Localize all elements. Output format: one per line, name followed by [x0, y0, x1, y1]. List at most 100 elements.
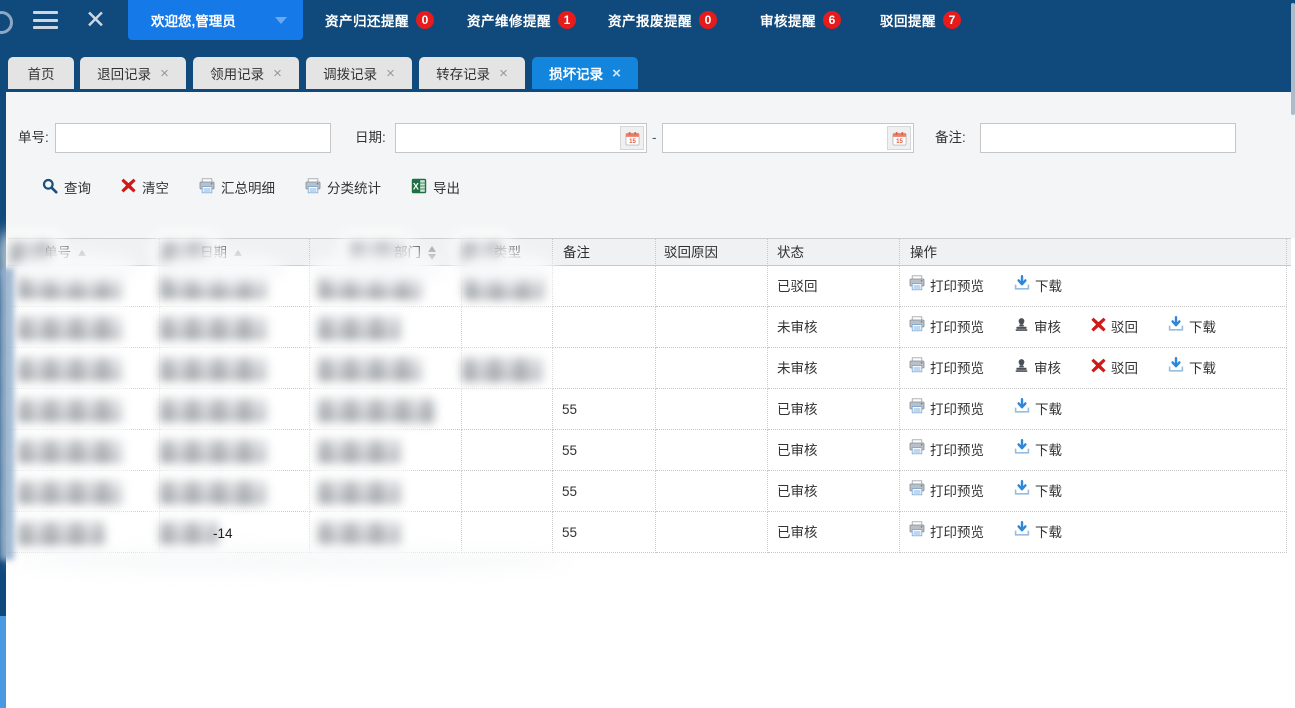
- cell: [462, 266, 553, 307]
- column-header-label: 驳回原因: [664, 245, 718, 260]
- download-link[interactable]: 下载: [1014, 430, 1062, 471]
- download-link[interactable]: 下载: [1014, 266, 1062, 307]
- close-tab-icon[interactable]: ×: [386, 66, 395, 81]
- tab-首页[interactable]: 首页: [8, 57, 74, 89]
- tab-调拨记录[interactable]: 调拨记录×: [306, 57, 412, 89]
- category-stats-button[interactable]: 分类统计: [303, 173, 383, 201]
- date-from-input[interactable]: [396, 124, 620, 152]
- print-link[interactable]: 打印预览: [909, 471, 984, 512]
- table-row: 未审核打印预览审核驳回下载: [8, 348, 1291, 389]
- column-header[interactable]: 状态: [768, 239, 900, 266]
- cell: [310, 348, 462, 389]
- column-header[interactable]: 驳回原因: [656, 239, 768, 266]
- column-header-label: 日期: [200, 245, 227, 260]
- audit-link[interactable]: 审核: [1014, 307, 1061, 348]
- calendar-icon[interactable]: 15: [620, 126, 644, 150]
- logo-icon: [0, 11, 13, 34]
- cell: [656, 471, 768, 512]
- action-label: 下载: [1035, 512, 1062, 553]
- column-header[interactable]: 部门: [310, 239, 462, 266]
- sort-arrows-icon: [78, 250, 86, 256]
- close-all-icon[interactable]: ✕: [85, 5, 106, 35]
- close-tab-icon[interactable]: ×: [160, 66, 169, 81]
- close-tab-icon[interactable]: ×: [499, 66, 508, 81]
- cell: 已审核: [768, 471, 900, 512]
- tab-损坏记录[interactable]: 损坏记录×: [532, 57, 638, 89]
- tab-退回记录[interactable]: 退回记录×: [80, 57, 186, 89]
- download-link[interactable]: 下载: [1014, 389, 1062, 430]
- download-link[interactable]: 下载: [1168, 307, 1216, 348]
- date-from-field: 15: [395, 123, 647, 153]
- reject-x-icon: [1091, 348, 1106, 389]
- status-badge: 未审核: [777, 320, 818, 335]
- action-label: 下载: [1189, 307, 1216, 348]
- column-header[interactable]: 备注: [553, 239, 656, 266]
- remark-value: 55: [562, 525, 577, 540]
- cell: 已审核: [768, 512, 900, 553]
- column-header[interactable]: 日期: [160, 239, 310, 266]
- notification-item[interactable]: 审核提醒6: [760, 0, 841, 40]
- cell: [310, 389, 462, 430]
- date-to-input[interactable]: [663, 124, 887, 152]
- tab-转存记录[interactable]: 转存记录×: [419, 57, 525, 89]
- export-button[interactable]: X导出: [409, 173, 462, 201]
- printer-icon: [909, 307, 925, 348]
- query-button[interactable]: 查询: [40, 173, 93, 201]
- cell: [160, 307, 310, 348]
- notification-item[interactable]: 资产报废提醒0: [608, 0, 717, 40]
- print-link[interactable]: 打印预览: [909, 430, 984, 471]
- clear-button[interactable]: 清空: [119, 173, 171, 201]
- welcome-dropdown[interactable]: 欢迎您,管理员: [128, 0, 303, 40]
- notification-item[interactable]: 资产归还提醒0: [325, 0, 434, 40]
- column-header[interactable]: 单号: [8, 239, 160, 266]
- column-header[interactable]: 操作: [900, 239, 1287, 266]
- filter-form: 单号: 日期: 15 -: [6, 92, 1295, 238]
- scrollbar-thumb[interactable]: [1291, 3, 1295, 115]
- action-label: 审核: [1034, 307, 1061, 348]
- status-badge: 已审核: [777, 484, 818, 499]
- download-link[interactable]: 下载: [1014, 512, 1062, 553]
- reject-link[interactable]: 驳回: [1091, 307, 1138, 348]
- menu-icon[interactable]: [33, 11, 58, 29]
- close-tab-icon[interactable]: ×: [612, 66, 621, 81]
- cell: [8, 307, 160, 348]
- notification-item[interactable]: 驳回提醒 7: [880, 0, 961, 40]
- remark-input[interactable]: [980, 123, 1236, 153]
- sort-asc-icon: [428, 246, 436, 252]
- audit-link[interactable]: 审核: [1014, 348, 1061, 389]
- cell: [8, 512, 160, 553]
- summary-detail-button[interactable]: 汇总明细: [197, 173, 277, 201]
- print-link[interactable]: 打印预览: [909, 389, 984, 430]
- download-link[interactable]: 下载: [1014, 471, 1062, 512]
- cell: 55: [553, 512, 656, 553]
- download-icon: [1014, 266, 1030, 307]
- close-tab-icon[interactable]: ×: [273, 66, 282, 81]
- column-header[interactable]: 类型: [462, 239, 553, 266]
- print-link[interactable]: 打印预览: [909, 512, 984, 553]
- download-icon: [1014, 471, 1030, 512]
- printer-icon: [305, 178, 321, 197]
- cell: [8, 389, 160, 430]
- printer-icon: [909, 430, 925, 471]
- cell: [8, 348, 160, 389]
- notification-label: 驳回提醒: [880, 10, 936, 30]
- calendar-icon[interactable]: 15: [887, 126, 911, 150]
- print-link[interactable]: 打印预览: [909, 307, 984, 348]
- status-badge: 已审核: [777, 443, 818, 458]
- reject-link[interactable]: 驳回: [1091, 348, 1138, 389]
- action-label: 下载: [1035, 266, 1062, 307]
- print-link[interactable]: 打印预览: [909, 348, 984, 389]
- chevron-down-icon: [275, 17, 287, 24]
- print-link[interactable]: 打印预览: [909, 266, 984, 307]
- cell: 打印预览下载: [900, 471, 1287, 512]
- download-link[interactable]: 下载: [1168, 348, 1216, 389]
- notification-item[interactable]: 资产维修提醒1: [467, 0, 576, 40]
- order-no-input[interactable]: [55, 123, 331, 153]
- tab-领用记录[interactable]: 领用记录×: [193, 57, 299, 89]
- download-icon: [1014, 512, 1030, 553]
- left-edge-strip: [0, 616, 6, 708]
- notification-badge: 7: [943, 11, 961, 29]
- notification-label: 审核提醒: [760, 10, 816, 30]
- remark-value: 55: [562, 484, 577, 499]
- notification-label: 资产报废提醒: [608, 10, 692, 30]
